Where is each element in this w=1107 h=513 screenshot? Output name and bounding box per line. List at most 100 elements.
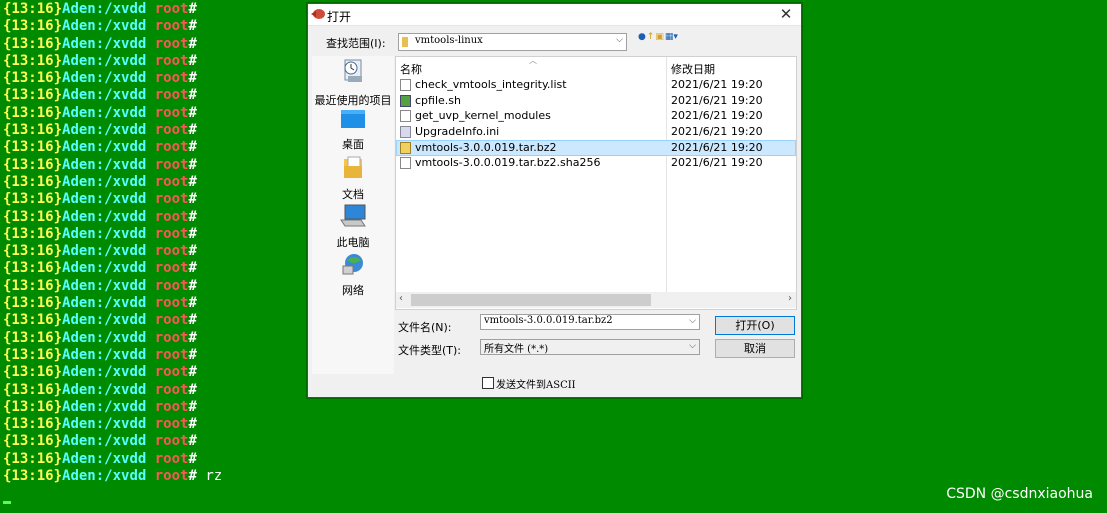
new-folder-icon[interactable]: ▣	[655, 32, 664, 42]
file-row[interactable]: get_uvp_kernel_modules 2021/6/21 19:20	[397, 109, 795, 124]
file-icon	[400, 110, 411, 122]
file-row-selected[interactable]: vmtools-3.0.0.019.tar.bz2 2021/6/21 19:20	[396, 140, 796, 156]
file-icon	[400, 156, 411, 169]
prompt-host: Aden:/xvdd	[62, 381, 147, 398]
prompt-hash: #	[188, 18, 197, 35]
column-header-name[interactable]: 名称	[400, 61, 422, 77]
scroll-left-icon[interactable]: ‹	[399, 293, 403, 304]
place-desktop[interactable]: 桌面	[312, 108, 394, 152]
filetype-select[interactable]: 所有文件 (*.*) ⌵	[480, 339, 700, 355]
file-name: get_uvp_kernel_modules	[415, 109, 551, 122]
prompt-hash: #	[188, 104, 197, 121]
file-name: check_vmtools_integrity.list	[415, 78, 567, 91]
close-icon[interactable]: ✕	[771, 4, 801, 25]
file-row[interactable]: vmtools-3.0.0.019.tar.bz2.sha256 2021/6/2…	[397, 156, 795, 171]
prompt-time: {13:16}	[3, 346, 63, 363]
filename-field[interactable]: vmtools-3.0.0.019.tar.bz2 ⌵	[480, 314, 700, 330]
place-recent[interactable]: 最近使用的项目	[312, 58, 394, 108]
prompt-user: root	[154, 450, 189, 467]
up-folder-icon[interactable]: ↑	[647, 32, 655, 42]
prompt-hash: #	[188, 87, 197, 104]
terminal-line: {13:16}Aden:/xvdd root#	[0, 122, 300, 139]
prompt-host: Aden:/xvdd	[62, 312, 147, 329]
prompt-hash: #	[188, 277, 197, 294]
terminal-line: {13:16}Aden:/xvdd root#	[0, 1, 300, 18]
ascii-checkbox-label[interactable]: 发送文件到ASCII	[496, 376, 576, 391]
filename-value: vmtools-3.0.0.019.tar.bz2	[484, 315, 613, 326]
dialog-title: 打开	[327, 10, 352, 24]
prompt-time: {13:16}	[3, 122, 63, 139]
prompt-hash: #	[188, 381, 197, 398]
horizontal-scrollbar[interactable]: ‹ ›	[396, 292, 796, 308]
cancel-button[interactable]: 取消	[715, 339, 795, 358]
prompt-time: {13:16}	[3, 277, 63, 294]
chevron-down-icon: ⌵	[689, 316, 696, 326]
prompt-host: Aden:/xvdd	[62, 450, 147, 467]
open-file-dialog: 打开 ✕ 查找范围(I): vmtools-linux ⌵ ●↑▣▦▾ 最近使用…	[307, 3, 802, 398]
column-header-date[interactable]: 修改日期	[671, 61, 715, 77]
prompt-user: root	[154, 208, 189, 225]
file-list[interactable]: ︿ 名称 修改日期 check_vmtools_integrity.list 20…	[395, 56, 797, 310]
scroll-right-icon[interactable]: ›	[788, 293, 792, 304]
back-icon[interactable]: ●	[638, 32, 646, 42]
prompt-time: {13:16}	[3, 87, 63, 104]
prompt-host: Aden:/xvdd	[62, 243, 147, 260]
prompt-host: Aden:/xvdd	[62, 122, 147, 139]
file-name: vmtools-3.0.0.019.tar.bz2.sha256	[415, 155, 601, 169]
terminal-line: {13:16}Aden:/xvdd root#	[0, 18, 300, 35]
file-date: 2021/6/21 19:20	[671, 78, 763, 91]
file-row[interactable]: cpfile.sh 2021/6/21 19:20	[397, 94, 795, 109]
look-in-combo[interactable]: vmtools-linux ⌵	[398, 33, 627, 51]
prompt-hash: #	[188, 52, 197, 69]
file-icon	[400, 79, 411, 91]
terminal-line: {13:16}Aden:/xvdd root#	[0, 53, 300, 70]
terminal-output[interactable]: {13:16}Aden:/xvdd root# {13:16}Aden:/xvdd…	[0, 1, 300, 485]
open-button[interactable]: 打开(O)	[715, 316, 795, 335]
prompt-hash: #	[188, 139, 197, 156]
prompt-user: root	[154, 156, 189, 173]
file-row[interactable]: check_vmtools_integrity.list 2021/6/21 19…	[397, 78, 795, 93]
place-computer[interactable]: 此电脑	[312, 204, 394, 250]
prompt-time: {13:16}	[3, 329, 63, 346]
scrollbar-thumb[interactable]	[411, 294, 651, 306]
terminal-line: {13:16}Aden:/xvdd root#	[0, 399, 300, 416]
script-file-icon	[400, 94, 411, 107]
prompt-hash: #	[188, 433, 197, 450]
prompt-host: Aden:/xvdd	[62, 277, 147, 294]
prompt-hash: #	[188, 225, 197, 242]
prompt-time: {13:16}	[3, 139, 63, 156]
file-name: cpfile.sh	[415, 93, 461, 107]
terminal-line: {13:16}Aden:/xvdd root#	[0, 70, 300, 87]
dialog-titlebar[interactable]: 打开 ✕	[308, 4, 801, 26]
prompt-host: Aden:/xvdd	[62, 104, 147, 121]
prompt-hash: #	[188, 295, 197, 312]
file-row[interactable]: UpgradeInfo.ini 2021/6/21 19:20	[397, 125, 795, 140]
prompt-host: Aden:/xvdd	[62, 173, 147, 190]
settings-file-icon	[400, 125, 411, 138]
prompt-user: root	[154, 1, 189, 17]
prompt-host: Aden:/xvdd	[62, 1, 147, 17]
prompt-user: root	[154, 104, 189, 121]
prompt-user: root	[154, 70, 189, 87]
view-menu-icon[interactable]: ▦▾	[665, 32, 678, 42]
prompt-host: Aden:/xvdd	[62, 225, 147, 242]
terminal-line: {13:16}Aden:/xvdd root#	[0, 174, 300, 191]
prompt-hash: #	[188, 208, 197, 225]
network-icon	[342, 254, 363, 275]
computer-icon	[340, 204, 366, 227]
place-network[interactable]: 网络	[312, 252, 394, 298]
ascii-checkbox[interactable]	[482, 377, 494, 389]
prompt-user: root	[154, 364, 189, 381]
place-documents[interactable]: 文档	[312, 156, 394, 202]
prompt-hash: #	[188, 364, 197, 381]
chevron-down-icon: ⌵	[689, 341, 696, 351]
prompt-user: root	[154, 87, 189, 104]
prompt-time: {13:16}	[3, 260, 63, 277]
filetype-value: 所有文件 (*.*)	[484, 344, 549, 355]
prompt-host: Aden:/xvdd	[62, 416, 147, 433]
prompt-host: Aden:/xvdd	[62, 433, 147, 450]
app-icon	[311, 9, 325, 19]
filetype-label: 文件类型(T):	[398, 344, 462, 357]
prompt-user: root	[154, 52, 189, 69]
prompt-user: root	[154, 18, 189, 35]
